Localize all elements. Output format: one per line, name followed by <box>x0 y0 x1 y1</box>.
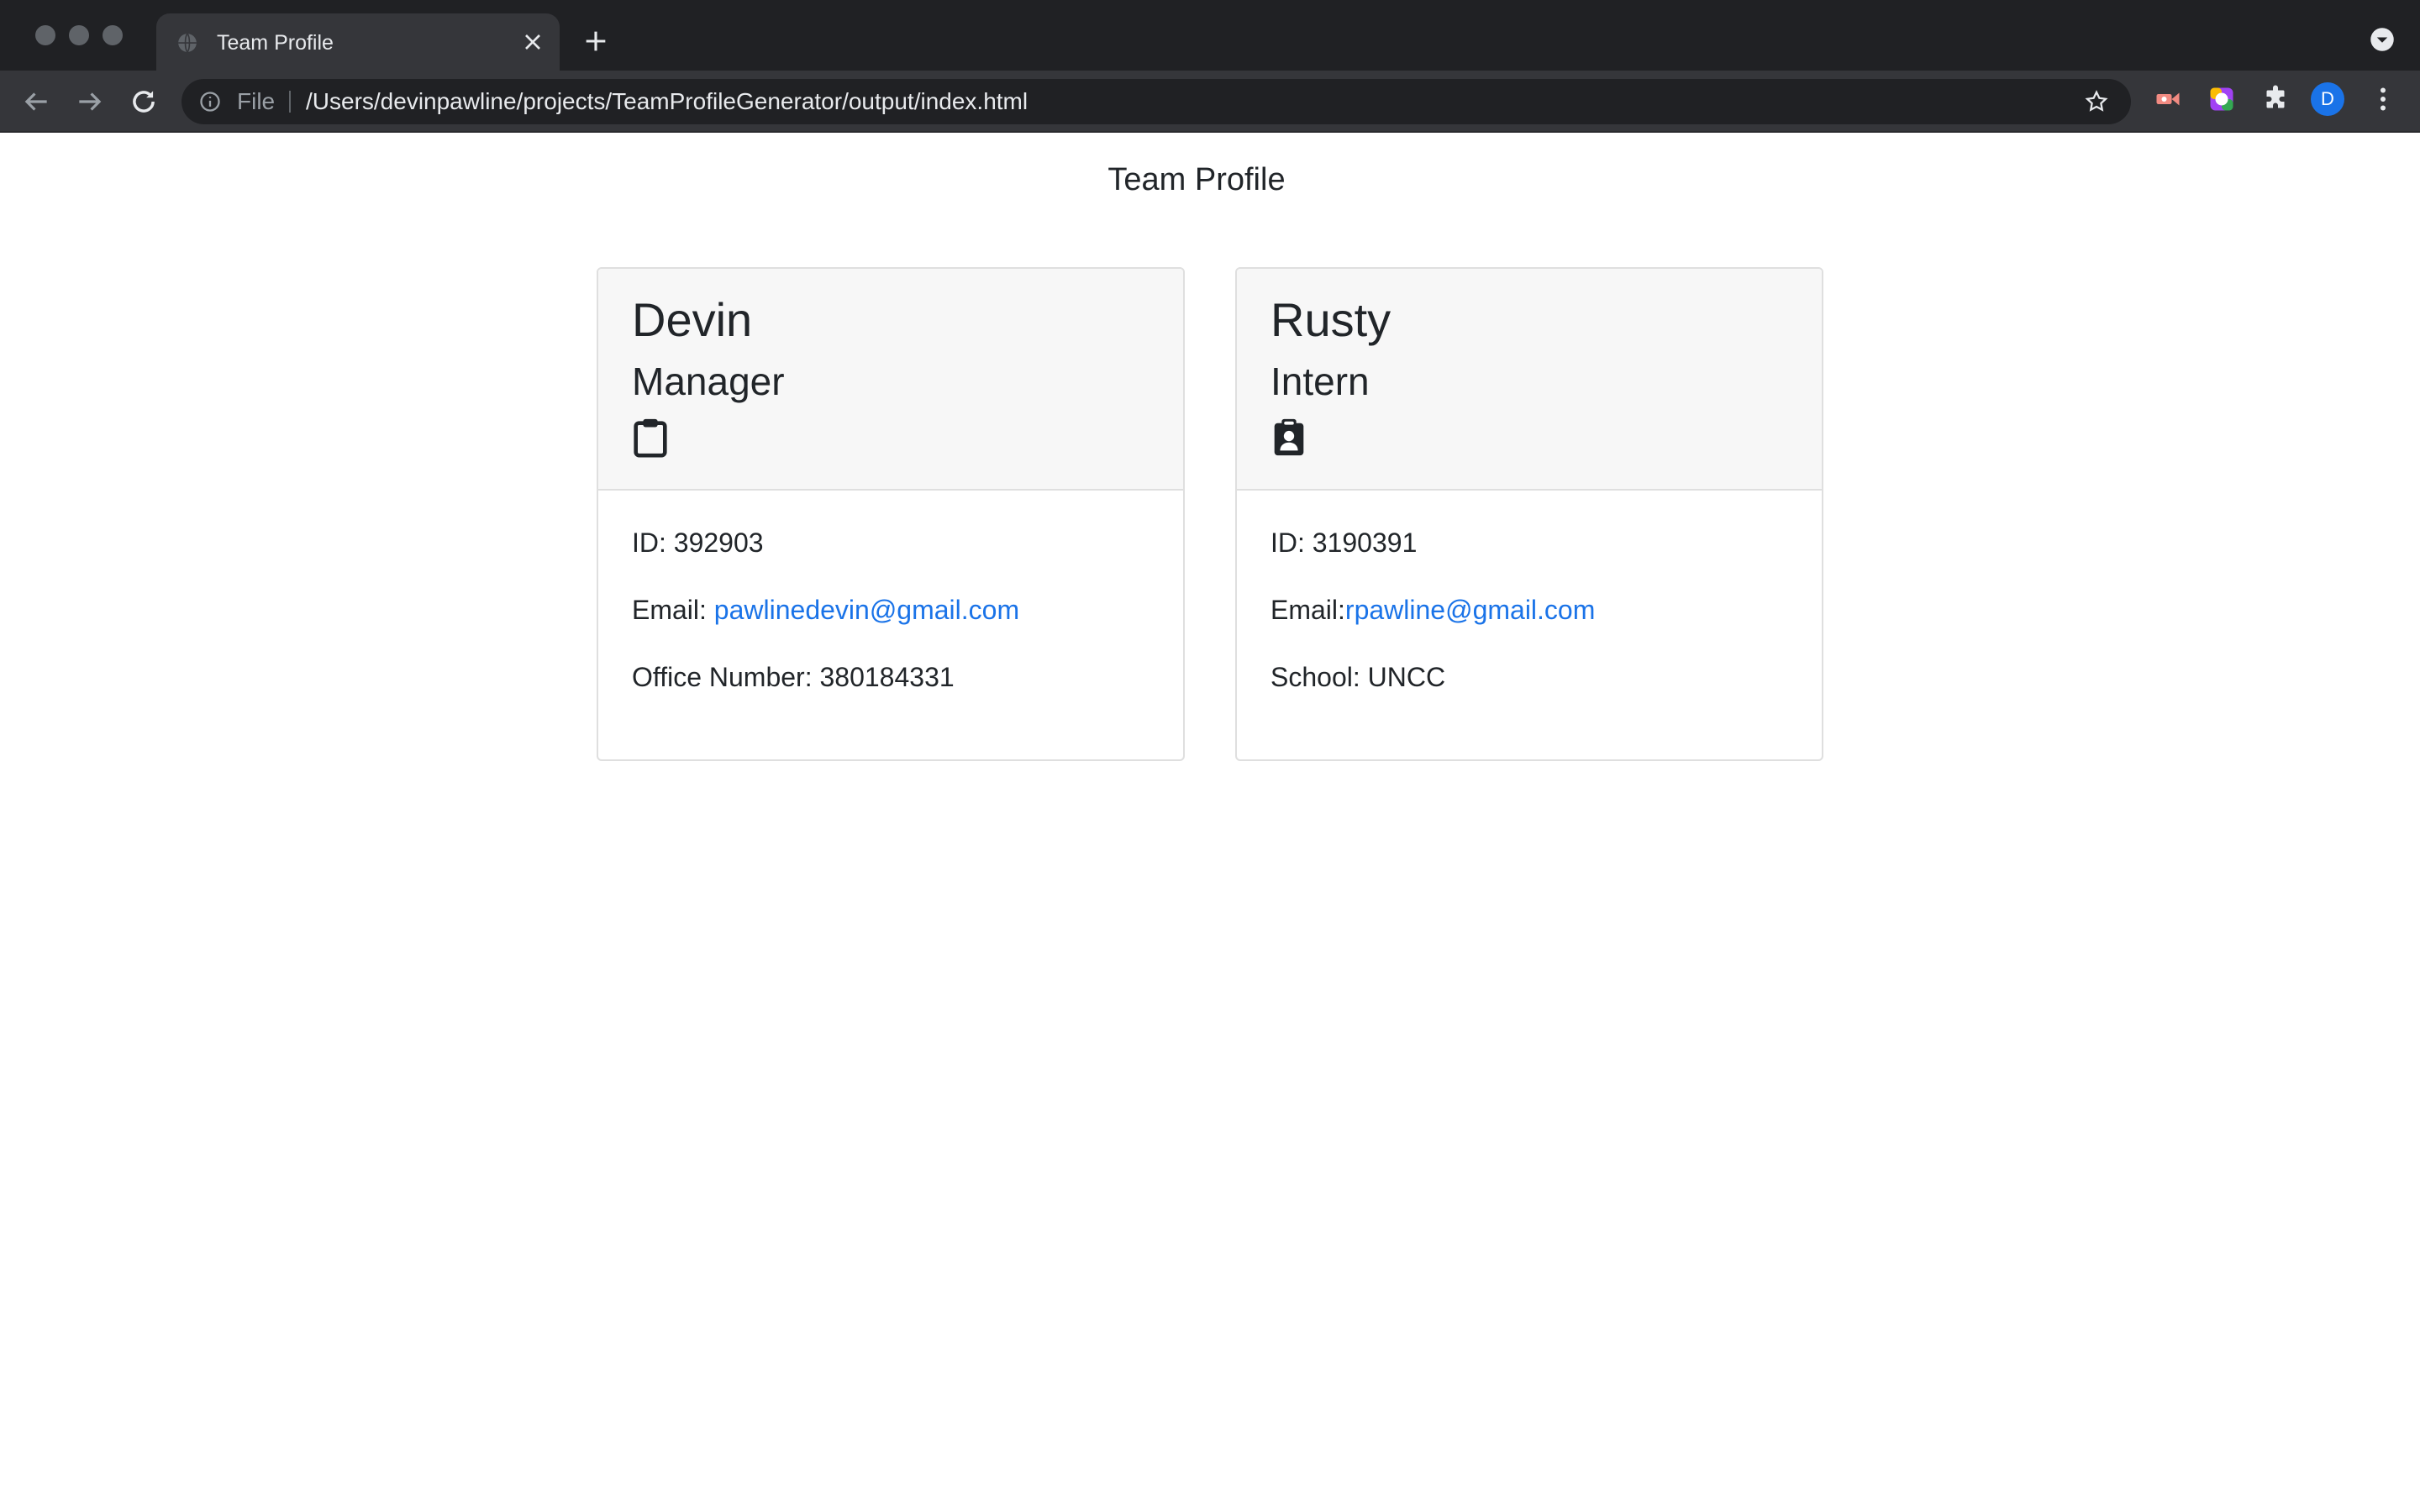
profile-avatar[interactable]: D <box>2311 82 2344 116</box>
screencast-extension-icon[interactable] <box>2153 84 2183 114</box>
close-tab-icon[interactable] <box>519 29 546 55</box>
address-bar[interactable]: File /Users/devinpawline/projects/TeamPr… <box>182 79 2131 124</box>
tab-title: Team Profile <box>217 31 334 55</box>
tab-strip: Team Profile <box>0 0 2420 71</box>
info-icon[interactable] <box>198 90 222 113</box>
tab-team-profile[interactable]: Team Profile <box>156 13 560 71</box>
employee-card-manager: Devin Manager ID: 392903 Email: pawlined… <box>597 267 1185 761</box>
card-header: Rusty Intern <box>1237 269 1822 491</box>
more-menu-icon[interactable] <box>2368 84 2398 114</box>
maximize-window-button[interactable] <box>103 25 123 45</box>
card-body: ID: 3190391 Email:rpawline@gmail.com Sch… <box>1237 491 1822 759</box>
bookmark-star-icon[interactable] <box>2084 89 2109 114</box>
email-label: Email: <box>1270 595 1345 625</box>
address-url[interactable]: /Users/devinpawline/projects/TeamProfile… <box>306 89 1028 114</box>
user-badge-icon <box>1274 418 1304 456</box>
browser-window: Team Profile File /Users/devinpawline/pr… <box>0 0 2420 1512</box>
employee-card-intern: Rusty Intern ID: 3190391 Email:rpawline@… <box>1235 267 1823 761</box>
puzzle-extensions-icon[interactable] <box>2260 84 2291 114</box>
reload-icon[interactable] <box>128 86 160 118</box>
tab-search-icon[interactable] <box>2370 27 2395 52</box>
email-link[interactable]: rpawline@gmail.com <box>1345 595 1595 625</box>
employee-name: Devin <box>632 293 753 346</box>
school: School: UNCC <box>1270 662 1446 692</box>
page-content: Team Profile Devin Manager ID: 392903 Em… <box>0 133 2420 1512</box>
clipboard-icon <box>634 418 667 458</box>
employee-name: Rusty <box>1270 293 1392 346</box>
close-window-button[interactable] <box>35 25 55 45</box>
minimize-window-button[interactable] <box>69 25 89 45</box>
card-body: ID: 392903 Email: pawlinedevin@gmail.com… <box>598 491 1183 759</box>
address-separator <box>289 91 291 113</box>
employee-id: ID: 3190391 <box>1270 528 1418 558</box>
card-header: Devin Manager <box>598 269 1183 491</box>
new-tab-icon[interactable] <box>581 27 610 55</box>
employee-id: ID: 392903 <box>632 528 764 558</box>
office-number: Office Number: 380184331 <box>632 662 955 692</box>
globe-icon <box>178 33 197 53</box>
employee-role: Manager <box>632 360 785 403</box>
color-picker-extension-icon[interactable] <box>2207 84 2237 114</box>
forward-arrow-icon[interactable] <box>74 86 106 118</box>
email-link[interactable]: pawlinedevin@gmail.com <box>714 595 1019 625</box>
email-label: Email: <box>632 595 714 625</box>
browser-toolbar: File /Users/devinpawline/projects/TeamPr… <box>0 71 2420 133</box>
employee-role: Intern <box>1270 360 1370 403</box>
address-scheme: File <box>237 88 276 114</box>
page-title: Team Profile <box>1107 162 1286 197</box>
employee-email-row: Email: pawlinedevin@gmail.com <box>632 593 1019 627</box>
employee-email-row: Email:rpawline@gmail.com <box>1270 593 1595 627</box>
back-arrow-icon[interactable] <box>20 86 52 118</box>
